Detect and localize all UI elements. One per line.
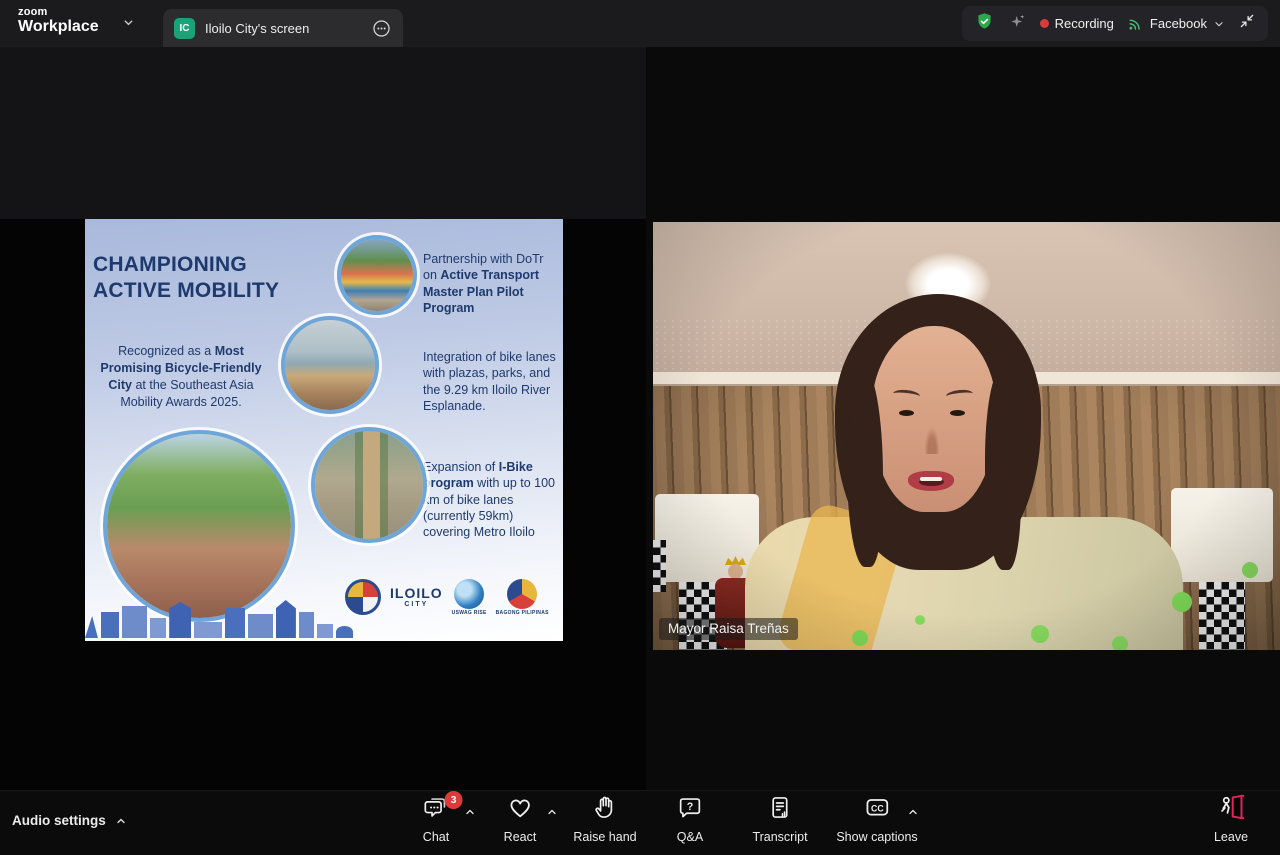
tab-options-icon[interactable] — [371, 18, 392, 39]
stream-chevron-down-icon — [1213, 18, 1225, 30]
chat-button[interactable]: 3 Chat — [423, 798, 450, 844]
chat-label: Chat — [423, 830, 450, 844]
raise-hand-icon — [592, 794, 619, 826]
shared-screen-letterbox — [0, 47, 646, 219]
speaker-video-tile[interactable]: Mayor Raisa Treñas — [653, 222, 1280, 650]
bagong-pilipinas-logo: BAGONG PILIPINAS — [496, 579, 549, 616]
slide-logo-strip: ILOILO CITY USWAG RISE BAGONG PILIPINAS — [345, 571, 559, 623]
facebook-label: Facebook — [1150, 16, 1207, 31]
participant-name-tag: Mayor Raisa Treñas — [659, 618, 798, 640]
recording-dot-icon — [1040, 19, 1049, 28]
svg-text:CC: CC — [871, 803, 884, 813]
right-lamp-shade — [1171, 488, 1273, 582]
qa-button[interactable]: ? Q&A — [677, 798, 704, 844]
qa-label: Q&A — [677, 830, 704, 844]
react-label: React — [504, 830, 537, 844]
ai-companion-sparkle-icon[interactable] — [1008, 12, 1027, 36]
recording-label: Recording — [1055, 16, 1114, 31]
workplace-wordmark: Workplace — [18, 19, 99, 36]
tab-iloilo-city-screen[interactable]: IC Iloilo City's screen — [163, 9, 403, 47]
facebook-live-stream-control[interactable]: Facebook — [1127, 15, 1225, 32]
heart-react-icon — [507, 794, 534, 826]
slide-intro-text: Recognized as a Most Promising Bicycle-F… — [93, 343, 269, 411]
meeting-toolbar: Audio settings 3 Chat — [0, 790, 1280, 855]
shared-screen-pane: CHAMPIONING ACTIVE MOBILITY Recognized a… — [0, 47, 646, 790]
speaker-video-pane: Mayor Raisa Treñas — [646, 47, 1280, 790]
slide-title: CHAMPIONING ACTIVE MOBILITY — [93, 252, 333, 305]
presentation-slide: CHAMPIONING ACTIVE MOBILITY Recognized a… — [85, 219, 563, 641]
raise-hand-button[interactable]: Raise hand — [573, 798, 636, 844]
show-captions-button[interactable]: CC Show captions — [836, 798, 917, 844]
slide-point-dotr-partnership: Partnership with DoTr on Active Transpor… — [423, 251, 557, 316]
leave-button[interactable]: Leave — [1214, 798, 1248, 844]
svg-text:?: ? — [687, 801, 694, 813]
photo-river-esplanade — [281, 316, 379, 414]
collapse-window-icon[interactable] — [1238, 12, 1256, 35]
city-skyline-graphic — [85, 592, 353, 638]
slide-point-bike-lane-integration: Integration of bike lanes with plazas, p… — [423, 349, 557, 414]
audio-settings-chevron-up-icon — [115, 815, 127, 827]
transcript-label: Transcript — [752, 830, 807, 844]
photo-iloilo-sign-cyclist — [337, 235, 417, 315]
broadcast-icon — [1127, 15, 1144, 32]
raise-hand-label: Raise hand — [573, 830, 636, 844]
photo-aerial-bike-lane — [311, 427, 427, 543]
react-button[interactable]: React — [504, 798, 537, 844]
show-captions-label: Show captions — [836, 830, 917, 844]
iloilo-city-seal-logo — [345, 579, 381, 615]
transcript-icon — [766, 794, 793, 826]
audio-settings-button[interactable]: Audio settings — [12, 813, 127, 828]
meeting-status-cluster: Recording Facebook — [962, 6, 1268, 41]
security-shield-icon[interactable] — [974, 11, 995, 37]
top-bar: zoom Workplace IC Iloilo City's screen R… — [0, 0, 1280, 47]
zoom-wordmark: zoom — [18, 7, 99, 19]
uswag-rise-logo: USWAG RISE — [452, 579, 487, 616]
slide-point-ibike-expansion: Expansion of I-Bike program with up to 1… — [423, 459, 557, 540]
recording-indicator: Recording — [1040, 16, 1114, 31]
audio-settings-label: Audio settings — [12, 813, 106, 828]
closed-captions-icon: CC — [863, 793, 891, 826]
iloilo-city-wordmark-logo: ILOILO CITY — [390, 586, 443, 608]
leave-door-icon — [1217, 793, 1245, 826]
chat-chevron-up-icon[interactable] — [464, 805, 476, 823]
tab-title: Iloilo City's screen — [205, 21, 309, 36]
workspace-chevron-down-icon[interactable] — [122, 16, 135, 34]
chat-unread-badge: 3 — [445, 791, 463, 809]
right-lamp-checkered-base — [1199, 582, 1245, 650]
screen-share-badge: IC — [174, 18, 195, 39]
qa-icon: ? — [677, 794, 704, 826]
captions-chevron-up-icon[interactable] — [907, 805, 919, 823]
zoom-workplace-logo: zoom Workplace — [18, 7, 99, 35]
zoom-meeting-window: zoom Workplace IC Iloilo City's screen R… — [0, 0, 1280, 855]
react-chevron-up-icon[interactable] — [546, 805, 558, 823]
transcript-button[interactable]: Transcript — [752, 798, 807, 844]
leave-label: Leave — [1214, 830, 1248, 844]
meeting-content-area: CHAMPIONING ACTIVE MOBILITY Recognized a… — [0, 47, 1280, 790]
